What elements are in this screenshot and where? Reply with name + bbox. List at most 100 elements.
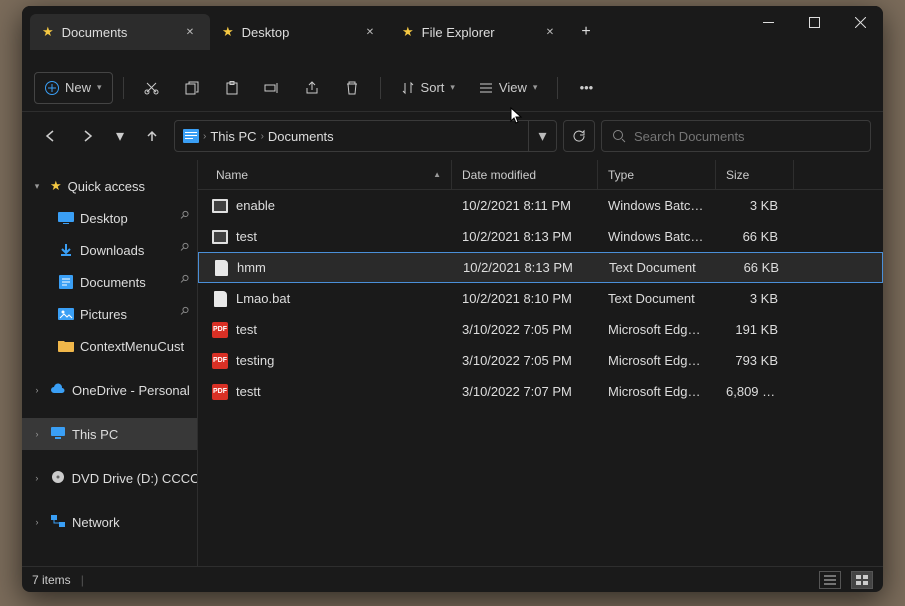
tab[interactable]: ★File Explorer✕ [390, 14, 570, 50]
tab[interactable]: ★Documents✕ [30, 14, 210, 50]
tab-label: File Explorer [422, 25, 495, 40]
file-size: 3 KB [716, 198, 794, 213]
nav-item[interactable]: Documents⚲ [22, 266, 197, 298]
close-icon[interactable]: ✕ [542, 24, 558, 40]
toolbar-separator [557, 77, 558, 99]
cursor-icon [510, 107, 524, 125]
chevron-right-icon: › [261, 131, 264, 142]
paste-button[interactable] [214, 72, 250, 104]
recent-button[interactable]: ▾ [110, 120, 130, 152]
up-button[interactable] [136, 120, 168, 152]
file-size: 191 KB [716, 322, 794, 337]
file-name: test [236, 322, 257, 337]
nav-item-label: Documents [80, 275, 146, 290]
back-button[interactable] [34, 120, 66, 152]
file-row[interactable]: PDFtestt 3/10/2022 7:07 PM Microsoft Edg… [198, 376, 883, 407]
file-row[interactable]: test 10/2/2021 8:13 PM Windows Batch Fil… [198, 221, 883, 252]
nav-item[interactable]: ContextMenuCust [22, 330, 197, 362]
clipboard-icon [225, 81, 239, 95]
network-icon [50, 514, 66, 531]
new-button[interactable]: New ▾ [34, 72, 113, 104]
file-type: Microsoft Edge P... [598, 384, 716, 399]
content-area: ▾ ★ Quick access Desktop⚲Downloads⚲Docum… [22, 160, 883, 566]
copy-button[interactable] [174, 72, 210, 104]
toolbar: New ▾ Sort ▾ View ▾ ••• [22, 64, 883, 112]
cut-button[interactable] [134, 72, 170, 104]
ellipsis-icon: ••• [580, 80, 594, 95]
rename-button[interactable] [254, 72, 290, 104]
file-row[interactable]: Lmao.bat 10/2/2021 8:10 PM Text Document… [198, 283, 883, 314]
tab-label: Desktop [242, 25, 290, 40]
sort-icon [401, 81, 415, 95]
sort-button[interactable]: Sort ▾ [391, 72, 465, 104]
breadcrumb-item[interactable]: Documents [268, 129, 334, 144]
file-row[interactable]: hmm 10/2/2021 8:13 PM Text Document 66 K… [198, 252, 883, 283]
chevron-down-icon: ▾ [97, 82, 102, 93]
file-type: Microsoft Edge P... [598, 353, 716, 368]
column-type[interactable]: Type [598, 160, 716, 189]
file-row[interactable]: enable 10/2/2021 8:11 PM Windows Batch F… [198, 190, 883, 221]
file-date: 10/2/2021 8:10 PM [452, 291, 598, 306]
nav-network[interactable]: › Network [22, 506, 197, 538]
breadcrumb-box[interactable]: › This PC › Documents ▾ [174, 120, 557, 152]
close-icon[interactable]: ✕ [182, 24, 198, 40]
file-type: Microsoft Edge P... [598, 322, 716, 337]
view-button[interactable]: View ▾ [469, 72, 547, 104]
desktop-icon [58, 210, 74, 226]
forward-button[interactable] [72, 120, 104, 152]
address-bar: ▾ › This PC › Documents ▾ [22, 112, 883, 160]
nav-item[interactable]: Pictures⚲ [22, 298, 197, 330]
file-row[interactable]: PDFtest 3/10/2022 7:05 PM Microsoft Edge… [198, 314, 883, 345]
more-button[interactable]: ••• [568, 72, 604, 104]
maximize-button[interactable] [791, 6, 837, 38]
sort-label: Sort [421, 80, 445, 95]
file-type: Windows Batch File [598, 198, 716, 213]
scissors-icon [144, 80, 159, 95]
close-icon[interactable]: ✕ [362, 24, 378, 40]
file-name: enable [236, 198, 275, 213]
column-date[interactable]: Date modified [452, 160, 598, 189]
nav-quick-access[interactable]: ▾ ★ Quick access [22, 170, 197, 202]
file-list-pane: Name ▲ Date modified Type Size enable 10… [198, 160, 883, 566]
nav-onedrive[interactable]: › OneDrive - Personal [22, 374, 197, 406]
file-name: test [236, 229, 257, 244]
thumbnails-view-toggle[interactable] [851, 571, 873, 589]
column-size[interactable]: Size [716, 160, 794, 189]
folder-icon [58, 338, 74, 354]
breadcrumb-item[interactable]: This PC [210, 129, 256, 144]
delete-button[interactable] [334, 72, 370, 104]
navigation-pane: ▾ ★ Quick access Desktop⚲Downloads⚲Docum… [22, 160, 198, 566]
file-icon [213, 260, 229, 276]
nav-item[interactable]: Downloads⚲ [22, 234, 197, 266]
chevron-down-icon: ▾ [450, 82, 455, 93]
file-date: 10/2/2021 8:13 PM [453, 260, 599, 275]
new-tab-button[interactable]: + [570, 16, 602, 48]
close-button[interactable] [837, 6, 883, 38]
tab[interactable]: ★Desktop✕ [210, 14, 390, 50]
status-bar: 7 items | [22, 566, 883, 592]
breadcrumb-dropdown[interactable]: ▾ [528, 121, 556, 151]
window-controls [745, 6, 883, 38]
file-explorer-window: ★Documents✕★Desktop✕★File Explorer✕+ New… [22, 6, 883, 592]
file-icon [212, 198, 228, 214]
pin-icon: ⚲ [177, 239, 198, 261]
nav-item[interactable]: Desktop⚲ [22, 202, 197, 234]
search-input[interactable] [634, 129, 860, 144]
tabs-region: ★Documents✕★Desktop✕★File Explorer✕+ [22, 6, 745, 50]
details-view-toggle[interactable] [819, 571, 841, 589]
download-icon [58, 242, 74, 258]
nav-item-label: Desktop [80, 211, 128, 226]
file-icon: PDF [212, 353, 228, 369]
minimize-button[interactable] [745, 6, 791, 38]
file-row[interactable]: PDFtesting 3/10/2022 7:05 PM Microsoft E… [198, 345, 883, 376]
file-date: 3/10/2022 7:07 PM [452, 384, 598, 399]
file-name: hmm [237, 260, 266, 275]
share-button[interactable] [294, 72, 330, 104]
nav-dvd-drive[interactable]: › DVD Drive (D:) CCCO [22, 462, 197, 494]
file-icon: PDF [212, 384, 228, 400]
refresh-button[interactable] [563, 120, 595, 152]
nav-this-pc[interactable]: › This PC [22, 418, 197, 450]
star-icon: ★ [42, 24, 54, 40]
search-box[interactable] [601, 120, 871, 152]
column-name[interactable]: Name ▲ [198, 160, 452, 189]
